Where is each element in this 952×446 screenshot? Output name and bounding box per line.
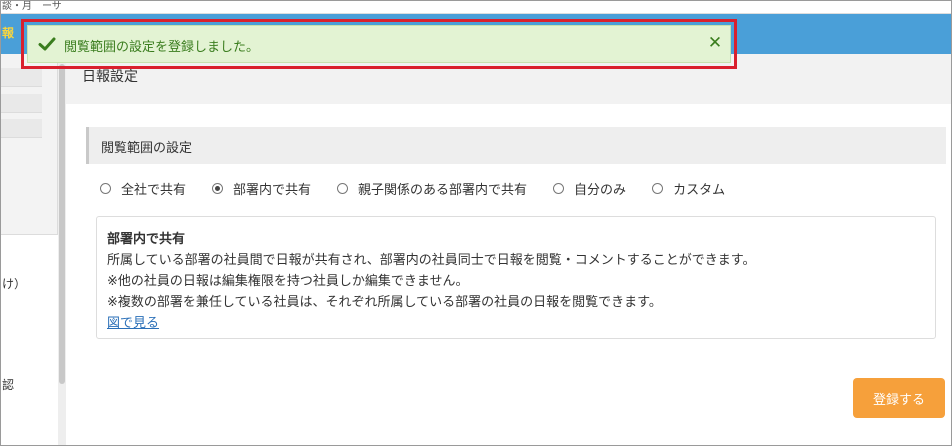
radio-label: 部署内で共有: [233, 182, 312, 198]
description-line: 所属している部署の社員間で日報が共有され、部署内の社員同士で日報を閲覧・コメント…: [107, 253, 756, 268]
scope-radio-group: 全社で共有 部署内で共有 親子関係のある部署内で共有 自分のみ カスタム: [100, 178, 751, 198]
radio-circle[interactable]: [100, 182, 111, 194]
scope-section-header: 閲覧範囲の設定: [86, 127, 946, 164]
register-button[interactable]: 登録する: [853, 378, 945, 418]
scope-description-box: 部署内で共有 所属している部署の社員間で日報が共有され、部署内の社員同士で日報を…: [96, 216, 936, 339]
radio-label: 親子関係のある部署内で共有: [358, 182, 528, 198]
description-title: 部署内で共有: [107, 232, 186, 247]
top-strip-text: 談・月 ーサ: [2, 1, 62, 12]
description-line: ※他の社員の日報は編集権限を持つ社員しか編集できません。: [107, 274, 469, 289]
browser-top-strip: 談・月 ーサ: [0, 0, 952, 14]
sidebar-text: 認: [2, 378, 15, 392]
sidebar-panel: [0, 234, 58, 446]
scope-section-title: 閲覧範囲の設定: [101, 141, 193, 156]
radio-circle[interactable]: [212, 182, 224, 194]
check-icon: [38, 37, 56, 51]
radio-self-only[interactable]: 自分のみ: [553, 179, 626, 198]
sidebar-text: け）: [2, 277, 27, 291]
radio-department[interactable]: 部署内で共有: [212, 179, 311, 198]
radio-custom[interactable]: カスタム: [652, 179, 725, 198]
radio-circle[interactable]: [337, 182, 349, 194]
sidebar-item[interactable]: [0, 119, 42, 138]
app-brand: 報: [2, 26, 15, 40]
close-icon[interactable]: ✕: [706, 33, 724, 53]
view-diagram-link[interactable]: 図で見る: [107, 316, 159, 331]
description-line: ※複数の部署を兼任している社員は、それぞれ所属している部署の社員の日報を閲覧でき…: [107, 295, 662, 310]
sidebar-scrollbar[interactable]: [58, 54, 66, 446]
radio-company-wide[interactable]: 全社で共有: [100, 179, 186, 198]
sidebar-item[interactable]: [0, 68, 42, 87]
success-notification: 閲覧範囲の設定を登録しました。 ✕: [27, 25, 731, 63]
radio-circle[interactable]: [553, 182, 565, 194]
page-title: 日報設定: [82, 69, 138, 85]
radio-parent-child-department[interactable]: 親子関係のある部署内で共有: [337, 179, 527, 198]
radio-label: 自分のみ: [574, 182, 627, 198]
radio-circle[interactable]: [652, 182, 664, 194]
notification-highlight: 閲覧範囲の設定を登録しました。 ✕: [21, 19, 737, 69]
notification-message: 閲覧範囲の設定を登録しました。: [64, 40, 260, 55]
scrollbar-thumb[interactable]: [59, 64, 65, 384]
main-content: 日報設定 閲覧範囲の設定 全社で共有 部署内で共有 親子関係のある部署内で共有 …: [66, 54, 952, 446]
radio-label: 全社で共有: [121, 182, 187, 198]
sidebar-item[interactable]: [0, 94, 42, 113]
sidebar: け） 認: [0, 54, 58, 446]
radio-label: カスタム: [673, 182, 726, 198]
